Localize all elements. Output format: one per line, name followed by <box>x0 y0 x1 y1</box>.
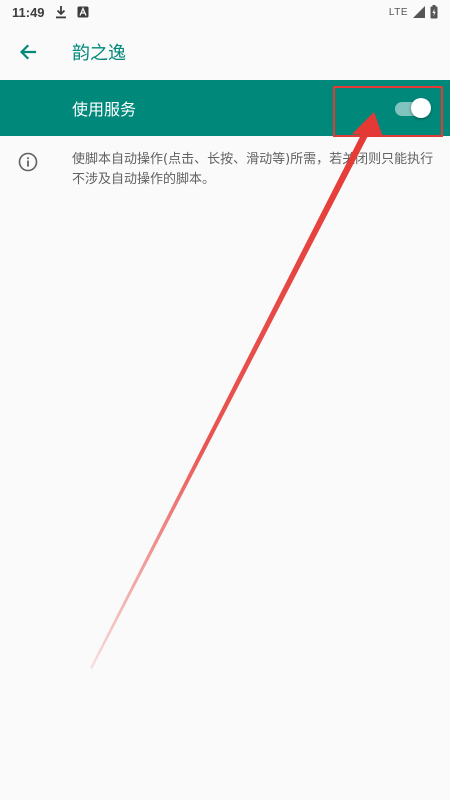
signal-icon <box>413 6 425 18</box>
use-service-label: 使用服务 <box>72 100 137 119</box>
download-icon <box>55 6 66 19</box>
info-icon <box>18 152 38 172</box>
back-button[interactable] <box>0 24 56 80</box>
annotation-arrow-shaft <box>90 125 372 669</box>
status-bar: 11:49 LTE <box>0 0 450 24</box>
status-right: LTE <box>389 5 438 19</box>
arrow-left-icon <box>19 44 37 60</box>
network-type: LTE <box>388 6 408 18</box>
status-time: 11:49 <box>12 4 45 20</box>
battery-charging-icon <box>430 5 438 19</box>
page-title: 韵之逸 <box>72 43 126 64</box>
app-bar: 韵之逸 <box>0 24 450 80</box>
info-row: 使脚本自动操作(点击、长按、滑动等)所需，若关闭则只能执行不涉及自动操作的脚本。 <box>0 150 450 190</box>
info-description: 使脚本自动操作(点击、长按、滑动等)所需，若关闭则只能执行不涉及自动操作的脚本。 <box>72 152 434 187</box>
annotation-highlight-box <box>333 86 443 137</box>
notification-a-icon <box>77 6 89 18</box>
status-left: 11:49 <box>12 5 89 20</box>
